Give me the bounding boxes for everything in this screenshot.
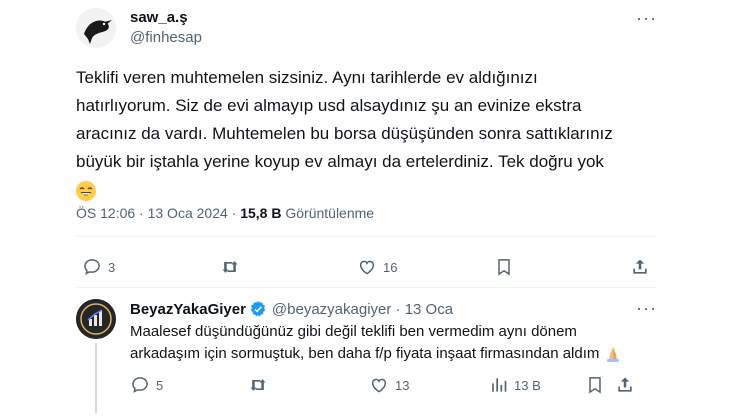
verified-badge-icon (250, 301, 266, 317)
avatar[interactable] (76, 8, 116, 48)
tweet-text-line: Teklifi veren muhtemelen sizsiniz. Aynı … (76, 68, 538, 87)
reply-avatar[interactable] (76, 299, 116, 339)
timestamp[interactable]: ÖS 12:06 · 13 Oca 2024 · (76, 205, 240, 221)
reply-text-line: Maalesef düşündüğünüz gibi değil teklifi… (130, 323, 577, 340)
tweet-text-line: büyük bir iştahla yerine koyup ev almayı… (76, 152, 604, 171)
reply-reply-count: 5 (156, 377, 164, 393)
reply-reply-button[interactable]: 5 (130, 375, 163, 395)
reply-icon (84, 259, 100, 275)
views-chart-icon (492, 378, 507, 392)
retweet-icon (222, 261, 238, 273)
views-count: 15,8 B (240, 205, 282, 221)
reply-like-button[interactable]: 13 (369, 375, 409, 395)
like-button[interactable]: 16 (357, 257, 397, 277)
praying-hands-emoji-icon (604, 345, 622, 363)
retweet-icon (250, 379, 266, 391)
share-icon (618, 377, 632, 392)
chart-avatar-icon (76, 299, 116, 339)
tweet-text-line: hatırlıyorum. Siz de evi almayıp usd als… (76, 96, 582, 115)
laughing-emoji-icon (76, 180, 96, 201)
divider (76, 287, 656, 288)
more-options-icon[interactable]: ··· (636, 8, 657, 29)
reply-views-button[interactable]: 13 B (488, 375, 541, 395)
reply-icon (132, 377, 148, 393)
thread-line (95, 343, 97, 413)
tweet-text-line: aracınız da vardı. Muhtemelen bu borsa d… (76, 124, 613, 143)
tweet-text: Teklifi veren muhtemelen sizsiniz. Aynı … (76, 64, 676, 204)
tweet-meta: ÖS 12:06 · 13 Oca 2024 · 15,8 B Görüntül… (76, 205, 374, 221)
display-name[interactable]: saw_a.ş (130, 9, 188, 26)
heart-icon (359, 260, 375, 275)
handle[interactable]: @finhesap (130, 29, 202, 46)
reply-retweet-button[interactable] (248, 375, 274, 395)
crow-avatar-icon (76, 8, 116, 48)
reply-share-button[interactable] (615, 375, 635, 395)
bookmark-icon (589, 377, 601, 394)
reply-like-count: 13 (395, 377, 410, 393)
reply-header: BeyazYakaGiyer @beyazyakagiyer · 13 Oca (130, 300, 453, 318)
share-icon (633, 259, 647, 274)
retweet-button[interactable] (220, 257, 246, 277)
like-count: 16 (383, 259, 398, 275)
reply-text: Maalesef düşündüğünüz gibi değil teklifi… (130, 321, 690, 365)
views-label: Görüntülenme (281, 205, 375, 221)
reply-bookmark-button[interactable] (585, 375, 605, 395)
heart-icon (371, 378, 387, 393)
reply-display-name[interactable]: BeyazYakaGiyer (130, 301, 246, 318)
reply-handle-date[interactable]: @beyazyakagiyer · 13 Oca (272, 301, 453, 318)
reply-count: 3 (108, 259, 116, 275)
reply-text-line: arkadaşım için sormuştuk, ben daha f/p f… (130, 345, 600, 362)
bookmark-icon (498, 259, 510, 276)
divider (76, 236, 656, 237)
reply-views-count: 13 B (514, 377, 541, 393)
share-button[interactable] (630, 257, 650, 277)
bookmark-button[interactable] (494, 257, 514, 277)
reply-more-options-icon[interactable]: ··· (636, 298, 657, 319)
reply-button[interactable]: 3 (82, 257, 115, 277)
